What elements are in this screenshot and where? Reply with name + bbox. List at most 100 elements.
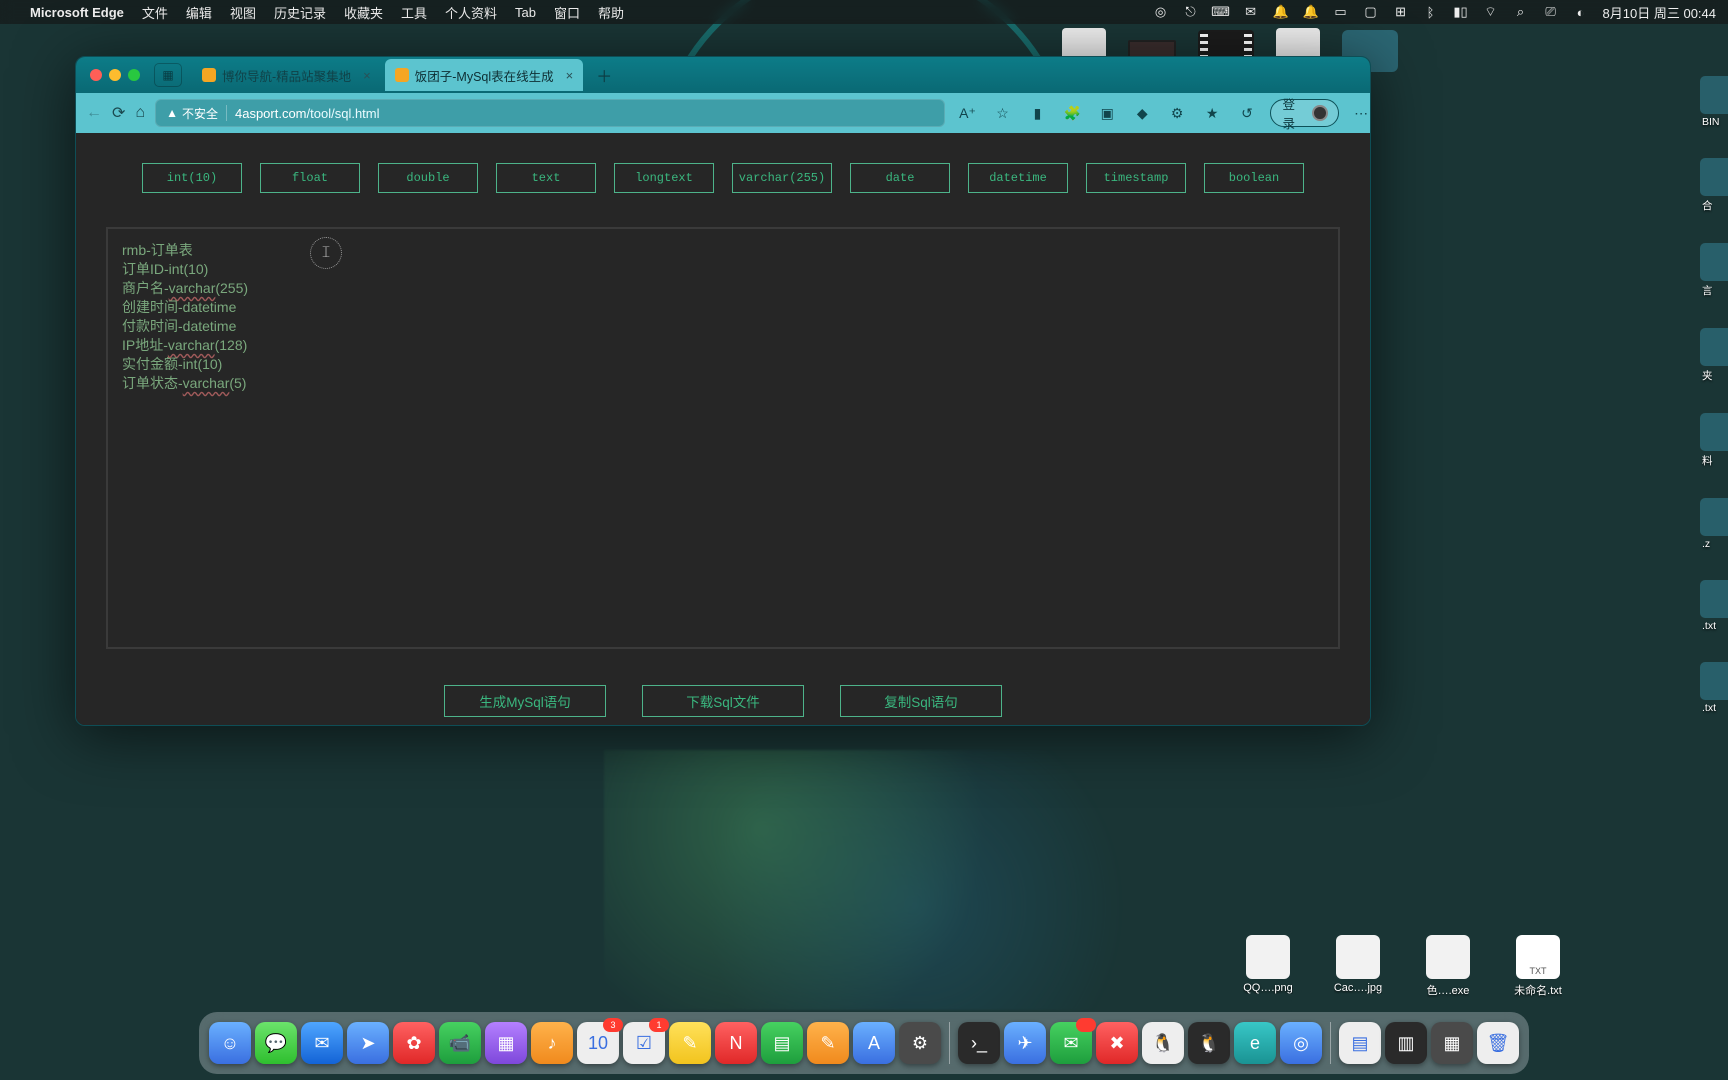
dock-facetime-icon[interactable]: 📹: [439, 1022, 481, 1064]
status-icon-bluetooth[interactable]: ᛒ: [1423, 4, 1439, 20]
dock-folder-icon[interactable]: ▥: [1385, 1022, 1427, 1064]
menubar-item-tools[interactable]: 工具: [401, 3, 427, 22]
more-menu-icon[interactable]: ⋯: [1349, 100, 1371, 126]
status-icon-wifi[interactable]: ⌔: [1483, 4, 1499, 20]
desktop-file-icon[interactable]: [1246, 935, 1290, 979]
desktop-folder-icon[interactable]: [1700, 243, 1728, 281]
status-icon-screen[interactable]: ▢: [1363, 4, 1379, 20]
desktop-folder-icon[interactable]: [1700, 498, 1728, 536]
dock-app-icon[interactable]: ◎: [1280, 1022, 1322, 1064]
menubar-item-help[interactable]: 帮助: [598, 3, 624, 22]
dock-reminders-icon[interactable]: ☑: [623, 1022, 665, 1064]
desktop-folder-icon[interactable]: [1700, 158, 1728, 196]
type-button-date[interactable]: date: [850, 163, 950, 193]
menubar-item-edit[interactable]: 编辑: [186, 3, 212, 22]
history-icon[interactable]: ↺: [1235, 100, 1260, 126]
dock-music-icon[interactable]: ♪: [531, 1022, 573, 1064]
dock-messages-icon[interactable]: 💬: [255, 1022, 297, 1064]
type-button-float[interactable]: float: [260, 163, 360, 193]
menubar-clock[interactable]: 8月10日 周三 00:44: [1603, 3, 1716, 22]
dock-app-icon[interactable]: 🐧: [1188, 1022, 1230, 1064]
extension-icon-4[interactable]: ◆: [1130, 100, 1155, 126]
login-button[interactable]: 登录: [1270, 99, 1339, 127]
dock-trash-icon[interactable]: 🗑: [1477, 1022, 1519, 1064]
generate-sql-button[interactable]: 生成MySql语句: [444, 685, 606, 717]
menubar-app-name[interactable]: Microsoft Edge: [30, 5, 124, 20]
extensions-menu-icon[interactable]: ⚙: [1165, 100, 1190, 126]
copy-sql-button[interactable]: 复制Sql语句: [840, 685, 1002, 717]
type-button-boolean[interactable]: boolean: [1204, 163, 1304, 193]
type-button-int[interactable]: int(10): [142, 163, 242, 193]
home-button[interactable]: ⌂: [135, 100, 145, 126]
tab-overview-button[interactable]: ▦: [154, 63, 182, 87]
desktop-folder-icon[interactable]: [1700, 328, 1728, 366]
status-icon-bell-2[interactable]: 🔔: [1303, 4, 1319, 20]
tab-close-button[interactable]: ×: [566, 68, 574, 83]
desktop-folder-icon[interactable]: [1700, 662, 1728, 700]
dock-finder-icon[interactable]: ☺: [209, 1022, 251, 1064]
new-tab-button[interactable]: ＋: [591, 62, 617, 88]
menubar-item-window[interactable]: 窗口: [554, 3, 580, 22]
window-minimize-button[interactable]: [109, 69, 121, 81]
type-button-longtext[interactable]: longtext: [614, 163, 714, 193]
sql-editor[interactable]: 𝙸 rmb-订单表订单ID-int(10)商户名-varchar(255)创建时…: [106, 227, 1340, 649]
dock-numbers-icon[interactable]: ▤: [761, 1022, 803, 1064]
dock-maps-icon[interactable]: ➤: [347, 1022, 389, 1064]
dock-app-icon[interactable]: ▦: [1431, 1022, 1473, 1064]
address-bar[interactable]: ▲ 不安全 4asport.com/tool/sql.html: [155, 99, 945, 127]
tab-active[interactable]: 饭团子-MySql表在线生成 ×: [385, 59, 584, 91]
tab-inactive[interactable]: 博你导航-精品站聚集地 ×: [192, 59, 381, 91]
tab-close-button[interactable]: ×: [363, 68, 371, 83]
type-button-double[interactable]: double: [378, 163, 478, 193]
favorites-bar-icon[interactable]: ★: [1200, 100, 1225, 126]
window-zoom-button[interactable]: [128, 69, 140, 81]
dock-pages-icon[interactable]: ✎: [807, 1022, 849, 1064]
extension-icon-1[interactable]: ▮: [1025, 100, 1050, 126]
insecure-indicator[interactable]: ▲ 不安全: [166, 105, 218, 122]
download-sql-button[interactable]: 下载Sql文件: [642, 685, 804, 717]
status-icon-bell-1[interactable]: 🔔: [1273, 4, 1289, 20]
desktop-file-icon[interactable]: [1426, 935, 1470, 979]
type-button-text[interactable]: text: [496, 163, 596, 193]
extension-icon-3[interactable]: ▣: [1095, 100, 1120, 126]
reading-mode-icon[interactable]: A⁺: [955, 100, 980, 126]
dock-app-icon[interactable]: ✖: [1096, 1022, 1138, 1064]
dock-qq-icon[interactable]: 🐧: [1142, 1022, 1184, 1064]
dock-notes-icon[interactable]: ✎: [669, 1022, 711, 1064]
dock-edge-icon[interactable]: e: [1234, 1022, 1276, 1064]
status-icon-siri[interactable]: ◐: [1573, 4, 1589, 20]
desktop-file-icon[interactable]: [1336, 935, 1380, 979]
status-icon-display[interactable]: ▭: [1333, 4, 1349, 20]
menubar-item-profile[interactable]: 个人资料: [445, 3, 497, 22]
dock-mail-icon[interactable]: ✉: [301, 1022, 343, 1064]
favorite-icon[interactable]: ☆: [990, 100, 1015, 126]
extension-icon-2[interactable]: 🧩: [1060, 100, 1085, 126]
type-button-varchar[interactable]: varchar(255): [732, 163, 832, 193]
dock-terminal-icon[interactable]: ›_: [958, 1022, 1000, 1064]
type-button-datetime[interactable]: datetime: [968, 163, 1068, 193]
status-icon-keyboard[interactable]: ⌨: [1213, 4, 1229, 20]
dock-photos-icon[interactable]: ✿: [393, 1022, 435, 1064]
menubar-item-view[interactable]: 视图: [230, 3, 256, 22]
menubar-item-file[interactable]: 文件: [142, 3, 168, 22]
menubar-item-tab[interactable]: Tab: [515, 5, 536, 20]
dock-news-icon[interactable]: N: [715, 1022, 757, 1064]
dock-settings-icon[interactable]: ⚙: [899, 1022, 941, 1064]
status-icon-search[interactable]: ⌕: [1513, 4, 1529, 20]
status-icon-2[interactable]: ⎋: [1183, 4, 1199, 20]
status-icon-battery[interactable]: ▮▯: [1453, 4, 1469, 20]
type-button-timestamp[interactable]: timestamp: [1086, 163, 1186, 193]
dock-feishu-icon[interactable]: ✈: [1004, 1022, 1046, 1064]
menubar-item-history[interactable]: 历史记录: [274, 3, 326, 22]
desktop-folder-icon[interactable]: [1700, 580, 1728, 618]
back-button[interactable]: ←: [86, 100, 102, 126]
dock-folder-icon[interactable]: ▤: [1339, 1022, 1381, 1064]
dock-calendar-icon[interactable]: 10: [577, 1022, 619, 1064]
status-icon-grid[interactable]: ⊞: [1393, 4, 1409, 20]
dock-shortcuts-icon[interactable]: ▦: [485, 1022, 527, 1064]
status-icon-wechat[interactable]: ✉: [1243, 4, 1259, 20]
refresh-button[interactable]: ⟳: [112, 100, 125, 126]
status-icon-control-center[interactable]: ⎚: [1543, 4, 1559, 20]
desktop-file-icon[interactable]: TXT: [1516, 935, 1560, 979]
desktop-folder-icon[interactable]: [1700, 413, 1728, 451]
